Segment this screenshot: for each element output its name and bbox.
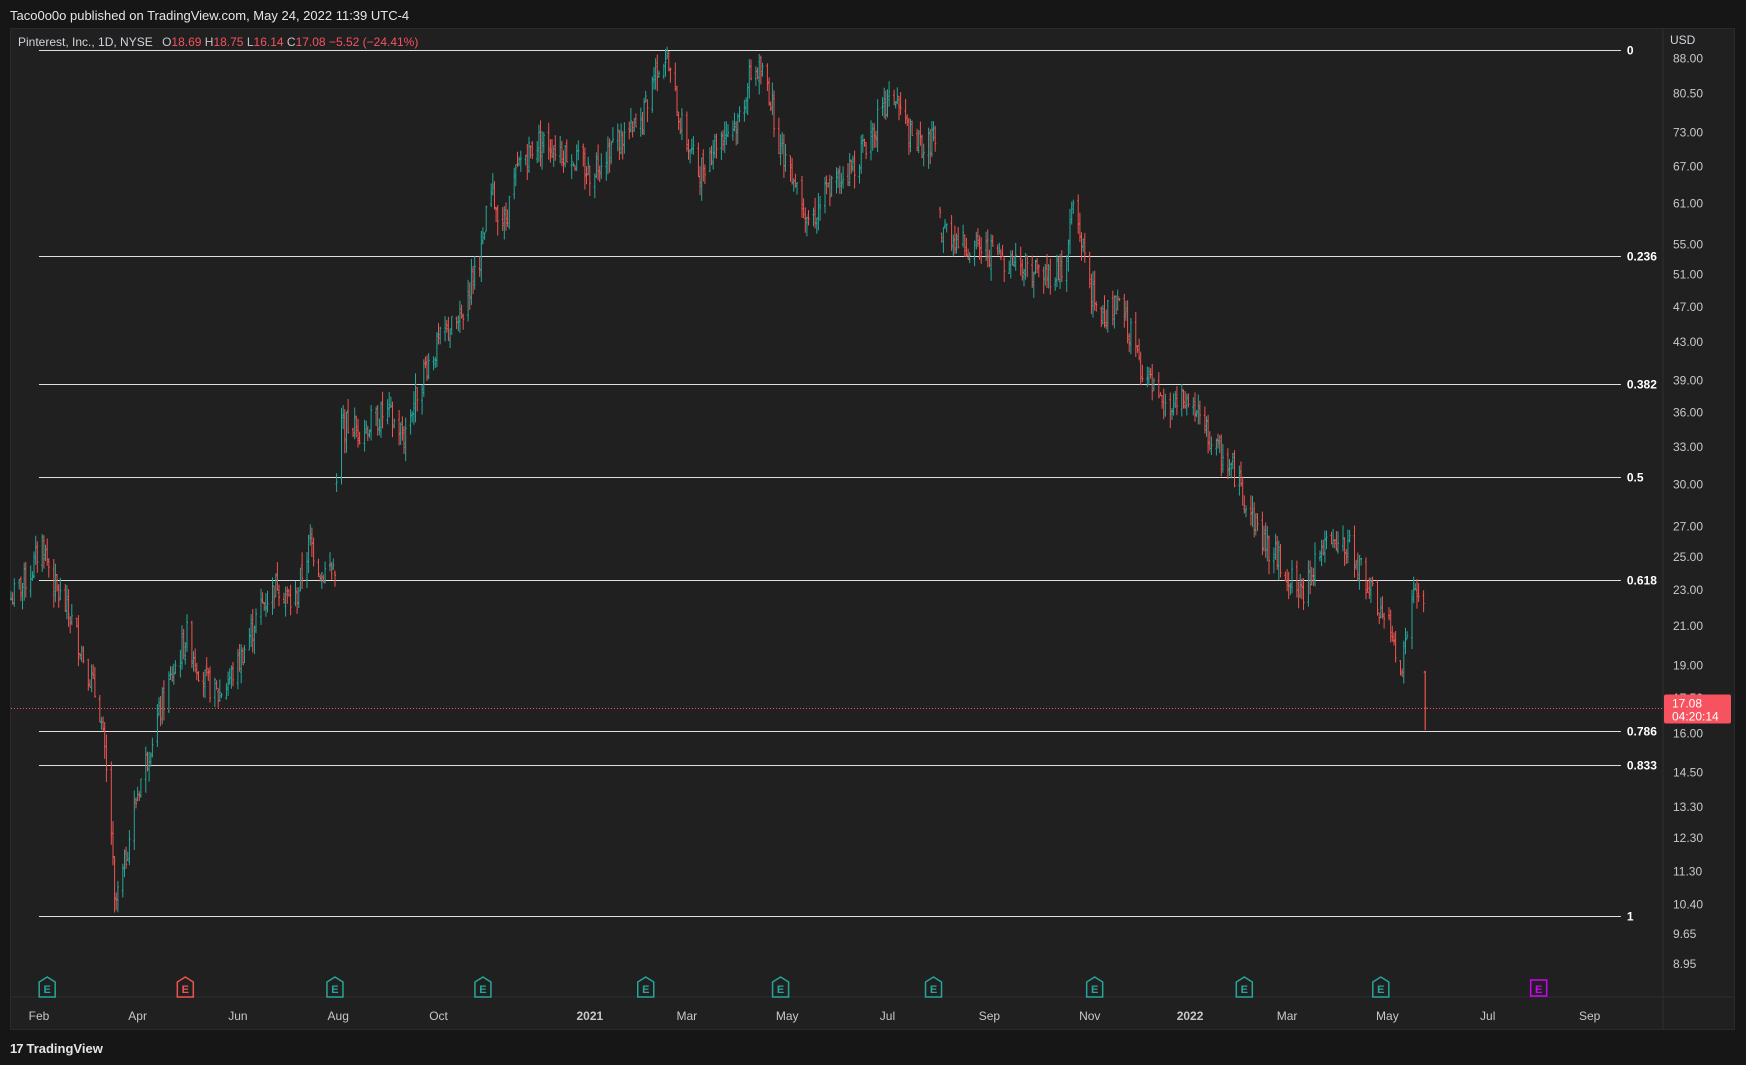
change-value: −5.52 (−24.41%) bbox=[328, 35, 419, 49]
price-tick-label: 51.00 bbox=[1673, 267, 1703, 281]
time-tick-label: Sep bbox=[1579, 1009, 1601, 1023]
earnings-marker-label: E bbox=[479, 984, 486, 996]
price-tick-label: 47.00 bbox=[1673, 300, 1703, 314]
fib-level-label: 0.236 bbox=[1627, 250, 1657, 264]
price-tick-label: 61.00 bbox=[1673, 196, 1703, 210]
price-tick-label: 12.30 bbox=[1673, 831, 1703, 845]
earnings-marker-label: E bbox=[44, 984, 51, 996]
time-tick-label: 2021 bbox=[576, 1009, 603, 1023]
tradingview-brand[interactable]: 17 TradingView bbox=[10, 1041, 103, 1056]
high-value: 18.75 bbox=[213, 35, 244, 49]
earnings-marker-label: E bbox=[1535, 984, 1542, 996]
price-tick-label: 80.50 bbox=[1673, 87, 1703, 101]
close-label: C bbox=[286, 35, 296, 49]
price-tick-label: 88.00 bbox=[1673, 51, 1703, 65]
price-tick-label: 10.40 bbox=[1673, 897, 1703, 911]
fib-level-label: 0 bbox=[1627, 44, 1634, 58]
time-tick-label: Sep bbox=[979, 1009, 1001, 1023]
open-value: 18.69 bbox=[171, 35, 202, 49]
price-tick-label: 67.00 bbox=[1673, 159, 1703, 173]
earnings-marker-label: E bbox=[642, 984, 649, 996]
price-tick-label: 27.00 bbox=[1673, 519, 1703, 533]
symbol-name: Pinterest, Inc., 1D, NYSE bbox=[18, 35, 153, 49]
earnings-marker-icon[interactable]: E bbox=[474, 976, 492, 998]
last-price-countdown: 04:20:14 bbox=[1672, 710, 1719, 724]
price-tick-label: 43.00 bbox=[1673, 335, 1703, 349]
close-value: 17.08 bbox=[295, 35, 326, 49]
earnings-marker-label: E bbox=[1091, 984, 1098, 996]
price-tick-label: 13.30 bbox=[1673, 800, 1703, 814]
time-tick-label: Aug bbox=[328, 1009, 349, 1023]
earnings-marker-icon[interactable]: E bbox=[1085, 976, 1104, 998]
low-label: L bbox=[246, 35, 254, 49]
earnings-marker-label: E bbox=[182, 984, 189, 996]
price-tick-label: 30.00 bbox=[1673, 478, 1703, 492]
price-tick-label: 33.00 bbox=[1673, 440, 1703, 454]
time-tick-label: Jul bbox=[1480, 1009, 1495, 1023]
earnings-marker-icon[interactable]: E bbox=[771, 976, 790, 998]
earnings-marker-label: E bbox=[331, 984, 338, 996]
time-tick-label: Oct bbox=[429, 1009, 448, 1023]
brand-name: TradingView bbox=[26, 1041, 103, 1056]
price-tick-label: 25.00 bbox=[1673, 550, 1703, 564]
symbol-legend: Pinterest, Inc., 1D, NYSE O18.69 H18.75 … bbox=[18, 35, 418, 49]
earnings-marker-icon[interactable]: E bbox=[326, 976, 344, 998]
price-tick-label: 16.00 bbox=[1673, 727, 1703, 741]
price-tick-label: 36.00 bbox=[1673, 405, 1703, 419]
earnings-marker-icon[interactable]: E bbox=[1529, 979, 1548, 997]
price-tick-label: 73.00 bbox=[1673, 125, 1703, 139]
time-tick-label: Apr bbox=[128, 1009, 147, 1023]
time-tick-label: Jun bbox=[228, 1009, 247, 1023]
price-chart[interactable]: USD 88.00 80.50 73.00 67.00 61.00 55.00 51.00 47… bbox=[0, 0, 1746, 1030]
earnings-marker-label: E bbox=[1241, 984, 1248, 996]
earnings-marker-icon[interactable]: E bbox=[38, 976, 56, 998]
open-label: O bbox=[162, 35, 172, 49]
price-tick-label: 9.65 bbox=[1673, 927, 1697, 941]
price-tick-label: 11.30 bbox=[1673, 864, 1702, 878]
fib-level-label: 0.5 bbox=[1627, 471, 1644, 485]
fib-level-label: 1 bbox=[1627, 910, 1634, 924]
fib-level-label: 0.786 bbox=[1627, 725, 1657, 739]
price-tick-label: 21.00 bbox=[1673, 619, 1703, 633]
fib-level-label: 0.382 bbox=[1627, 378, 1657, 392]
low-value: 16.14 bbox=[253, 35, 284, 49]
price-tick-label: 19.00 bbox=[1673, 659, 1703, 673]
earnings-marker-label: E bbox=[777, 984, 784, 996]
earnings-marker-icon[interactable]: E bbox=[636, 976, 655, 998]
tradingview-logo-icon: 17 bbox=[10, 1041, 24, 1056]
price-tick-label: 55.00 bbox=[1673, 238, 1703, 252]
price-tick-label: 23.00 bbox=[1673, 583, 1703, 597]
earnings-marker-icon[interactable]: E bbox=[924, 976, 943, 998]
time-tick-label: Feb bbox=[29, 1009, 50, 1023]
price-tick-label: 14.50 bbox=[1673, 766, 1703, 780]
earnings-marker-icon[interactable]: E bbox=[1235, 976, 1254, 998]
earnings-marker-label: E bbox=[930, 984, 937, 996]
fib-level-label: 0.833 bbox=[1627, 759, 1657, 773]
earnings-marker-icon[interactable]: E bbox=[1372, 976, 1390, 998]
time-tick-label: Nov bbox=[1079, 1009, 1100, 1023]
fib-level-label: 0.618 bbox=[1627, 574, 1657, 588]
time-tick-label: Mar bbox=[677, 1009, 698, 1023]
price-tick-label: 8.95 bbox=[1673, 957, 1697, 971]
currency-label: USD bbox=[1670, 33, 1696, 47]
time-tick-label: May bbox=[776, 1009, 799, 1023]
time-tick-label: May bbox=[1376, 1009, 1399, 1023]
earnings-marker-label: E bbox=[1377, 984, 1384, 996]
price-tick-label: 39.00 bbox=[1673, 374, 1703, 388]
earnings-marker-icon[interactable]: E bbox=[176, 976, 195, 998]
time-tick-label: Jul bbox=[880, 1009, 895, 1023]
footer-bar bbox=[0, 1030, 1746, 1065]
time-tick-label: Mar bbox=[1277, 1009, 1298, 1023]
last-price-value: 17.08 bbox=[1672, 697, 1702, 711]
time-tick-label: 2022 bbox=[1177, 1009, 1204, 1023]
